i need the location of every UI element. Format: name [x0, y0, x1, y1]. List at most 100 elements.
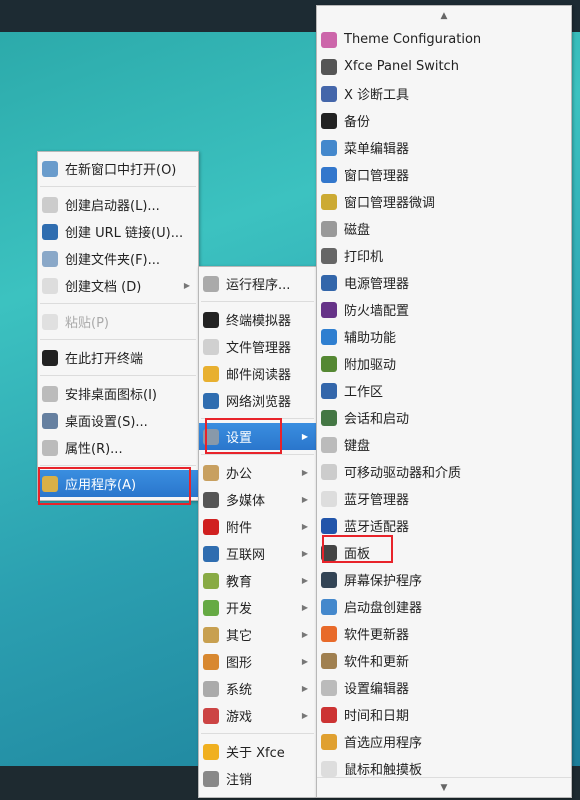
- new-document-icon: [42, 277, 58, 294]
- menu-item[interactable]: 开发 ▶: [199, 594, 316, 621]
- menu-item-label: 鼠标和触摸板: [344, 763, 423, 778]
- folder-icon: [42, 160, 58, 177]
- menu-item-label: 关于 Xfce: [226, 746, 285, 761]
- menu-item[interactable]: 可移动驱动器和介质: [317, 458, 571, 485]
- menu-item[interactable]: 时间和日期: [317, 701, 571, 728]
- mail-icon: [203, 365, 219, 382]
- session-icon: [321, 409, 337, 426]
- globe-link-icon: [42, 223, 58, 240]
- menu-item[interactable]: 创建启动器(L)...: [38, 191, 198, 218]
- menu-item[interactable]: 教育 ▶: [199, 567, 316, 594]
- menu-item[interactable]: 其它 ▶: [199, 621, 316, 648]
- menu-item[interactable]: 邮件阅读器: [199, 360, 316, 387]
- menu-item-label: 会话和启动: [344, 412, 410, 427]
- menu-item[interactable]: 附加驱动: [317, 350, 571, 377]
- menu-item[interactable]: 属性(R)...: [38, 434, 198, 461]
- menu-item[interactable]: 启动盘创建器: [317, 593, 571, 620]
- menu-item[interactable]: 附件 ▶: [199, 513, 316, 540]
- menu-item[interactable]: 安排桌面图标(I): [38, 380, 198, 407]
- menu-item[interactable]: 创建文档 (D) ▶: [38, 272, 198, 299]
- menu-item[interactable]: 首选应用程序: [317, 728, 571, 755]
- menu-item[interactable]: 网络浏览器: [199, 387, 316, 414]
- menu-item[interactable]: X 诊断工具: [317, 80, 571, 107]
- menu-item[interactable]: 窗口管理器: [317, 161, 571, 188]
- menu-item[interactable]: 运行程序...: [199, 270, 316, 297]
- menu-item[interactable]: 粘贴(P): [38, 308, 198, 335]
- menu-item[interactable]: 桌面设置(S)...: [38, 407, 198, 434]
- system-icon: [203, 680, 219, 697]
- development-icon: [203, 599, 219, 616]
- driver-icon: [321, 355, 337, 372]
- desktop-context-menu: 在新窗口中打开(O) 创建启动器(L)... 创建 URL 链接(U)... 创建文件…: [37, 151, 199, 501]
- menu-item[interactable]: 文件管理器: [199, 333, 316, 360]
- removable-drive-icon: [321, 463, 337, 480]
- menu-editor-icon: [321, 139, 337, 156]
- menu-item-label: 可移动驱动器和介质: [344, 466, 462, 481]
- menu-item[interactable]: 在新窗口中打开(O): [38, 155, 198, 182]
- menu-item[interactable]: 软件和更新: [317, 647, 571, 674]
- menu-item-label: 创建启动器(L)...: [65, 199, 160, 214]
- folder-icon: [203, 338, 219, 355]
- menu-item-label: 辅助功能: [344, 331, 397, 346]
- menu-item[interactable]: 创建文件夹(F)...: [38, 245, 198, 272]
- highlight-box-panel: [322, 535, 393, 563]
- menu-item-label: 设置编辑器: [344, 682, 410, 697]
- menu-item[interactable]: 办公 ▶: [199, 459, 316, 486]
- window-tweaks-icon: [321, 193, 337, 210]
- panel-switch-icon: [321, 58, 337, 75]
- menu-item[interactable]: 窗口管理器微调: [317, 188, 571, 215]
- menu-item[interactable]: 电源管理器: [317, 269, 571, 296]
- menu-separator: [201, 454, 314, 455]
- menu-item[interactable]: Xfce Panel Switch: [317, 53, 571, 80]
- terminal-icon: [42, 349, 58, 366]
- menu-item[interactable]: 创建 URL 链接(U)...: [38, 218, 198, 245]
- menu-item-label: 桌面设置(S)...: [65, 415, 148, 430]
- menu-item[interactable]: 图形 ▶: [199, 648, 316, 675]
- scroll-down-button[interactable]: ▼: [317, 777, 571, 797]
- menu-separator: [40, 375, 196, 376]
- menu-item[interactable]: 终端模拟器: [199, 306, 316, 333]
- menu-item[interactable]: 系统 ▶: [199, 675, 316, 702]
- education-icon: [203, 572, 219, 589]
- gear-icon: [42, 439, 58, 456]
- submenu-arrow-icon: ▶: [301, 657, 308, 666]
- menu-item[interactable]: 菜单编辑器: [317, 134, 571, 161]
- menu-item[interactable]: 蓝牙管理器: [317, 485, 571, 512]
- menu-item-label: 邮件阅读器: [226, 368, 292, 383]
- menu-separator: [40, 465, 196, 466]
- menu-item-label: Xfce Panel Switch: [344, 59, 459, 74]
- menu-item[interactable]: 打印机: [317, 242, 571, 269]
- mouse-icon: [321, 760, 337, 777]
- menu-item-label: 终端模拟器: [226, 314, 292, 329]
- menu-item-label: 创建 URL 链接(U)...: [65, 226, 184, 241]
- menu-item[interactable]: 工作区: [317, 377, 571, 404]
- games-icon: [203, 707, 219, 724]
- menu-item-label: 首选应用程序: [344, 736, 423, 751]
- menu-item[interactable]: 备份: [317, 107, 571, 134]
- menu-item-label: 文件管理器: [226, 341, 292, 356]
- workspace-icon: [321, 382, 337, 399]
- menu-item[interactable]: 多媒体 ▶: [199, 486, 316, 513]
- menu-item[interactable]: 软件更新器: [317, 620, 571, 647]
- menu-item[interactable]: 设置编辑器: [317, 674, 571, 701]
- menu-item[interactable]: 磁盘: [317, 215, 571, 242]
- menu-item[interactable]: 关于 Xfce: [199, 738, 316, 765]
- menu-item[interactable]: 会话和启动: [317, 404, 571, 431]
- menu-item[interactable]: 在此打开终端: [38, 344, 198, 371]
- menu-item[interactable]: 屏幕保护程序: [317, 566, 571, 593]
- menu-item[interactable]: 辅助功能: [317, 323, 571, 350]
- menu-item[interactable]: 键盘: [317, 431, 571, 458]
- menu-item[interactable]: 互联网 ▶: [199, 540, 316, 567]
- menu-item-label: 运行程序...: [226, 278, 291, 293]
- menu-item-label: 窗口管理器微调: [344, 196, 436, 211]
- scroll-up-button[interactable]: ▲: [317, 6, 571, 26]
- menu-item[interactable]: Theme Configuration: [317, 26, 571, 53]
- firewall-icon: [321, 301, 337, 318]
- menu-item[interactable]: 注销: [199, 765, 316, 792]
- menu-item[interactable]: 防火墙配置: [317, 296, 571, 323]
- menu-item-label: 屏幕保护程序: [344, 574, 423, 589]
- graphics-icon: [203, 653, 219, 670]
- clock-icon: [321, 706, 337, 723]
- menu-item[interactable]: 游戏 ▶: [199, 702, 316, 729]
- menu-item-label: 电源管理器: [344, 277, 410, 292]
